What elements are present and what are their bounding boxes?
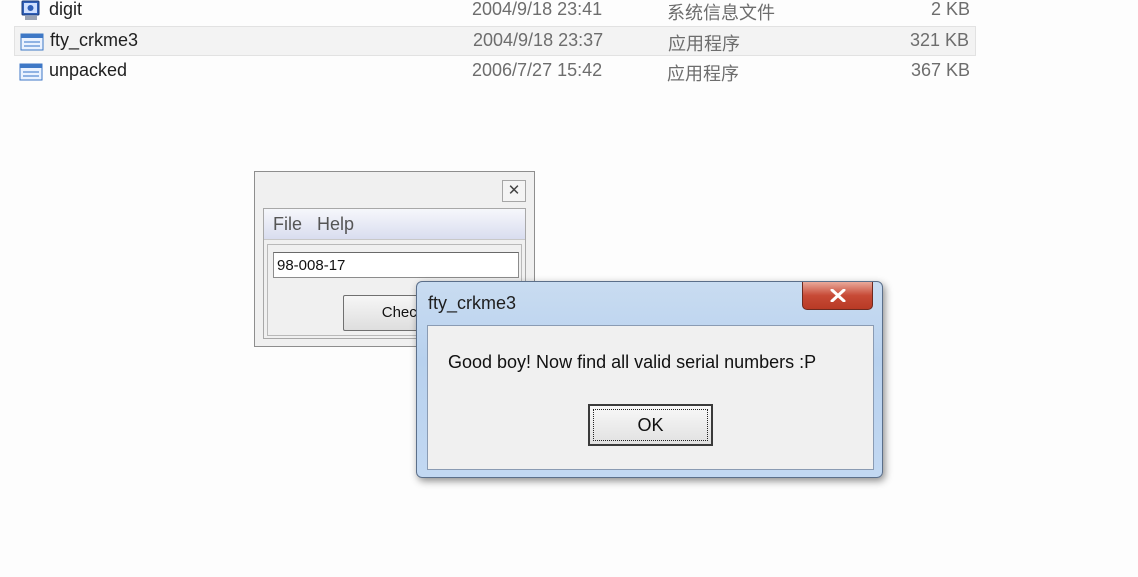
message-box: fty_crkme3 Good boy! Now find all valid … — [416, 281, 883, 478]
menu-file[interactable]: File — [273, 214, 302, 235]
file-date: 2004/9/18 23:41 — [472, 0, 603, 19]
file-type: 系统信息文件 — [667, 3, 775, 23]
file-row-digit[interactable]: digit 2004/9/18 23:41 系统信息文件 2 KB — [14, 0, 976, 26]
file-date: 2006/7/27 15:42 — [472, 60, 603, 80]
focus-rectangle — [593, 409, 708, 441]
message-text: Good boy! Now find all valid serial numb… — [448, 352, 817, 372]
serial-input[interactable] — [273, 252, 519, 278]
system-info-file-icon — [19, 0, 43, 22]
application-icon — [20, 31, 44, 53]
file-row-unpacked[interactable]: unpacked 2006/7/27 15:42 应用程序 367 KB — [14, 57, 976, 87]
file-name: fty_crkme3 — [50, 30, 139, 50]
file-date: 2004/9/18 23:37 — [473, 30, 604, 50]
crackme-close-button[interactable]: ✕ — [502, 180, 526, 202]
file-size: 367 KB — [910, 60, 970, 80]
file-type: 应用程序 — [667, 64, 739, 84]
menu-help[interactable]: Help — [317, 214, 354, 235]
file-type: 应用程序 — [668, 34, 740, 54]
file-name: unpacked — [49, 60, 128, 80]
close-icon: ✕ — [507, 182, 521, 199]
message-box-title: fty_crkme3 — [428, 293, 517, 313]
file-row-fty-crkme3[interactable]: fty_crkme3 2004/9/18 23:37 应用程序 321 KB — [14, 26, 976, 56]
message-box-client: Good boy! Now find all valid serial numb… — [427, 325, 874, 470]
message-box-close-button[interactable] — [802, 282, 873, 310]
file-size: 2 KB — [930, 0, 970, 19]
application-icon — [19, 61, 43, 83]
file-name: digit — [49, 0, 83, 19]
close-icon — [830, 289, 846, 302]
file-size: 321 KB — [909, 30, 969, 50]
ok-button[interactable]: OK — [588, 404, 713, 446]
menu-bar: File Help — [264, 209, 525, 240]
